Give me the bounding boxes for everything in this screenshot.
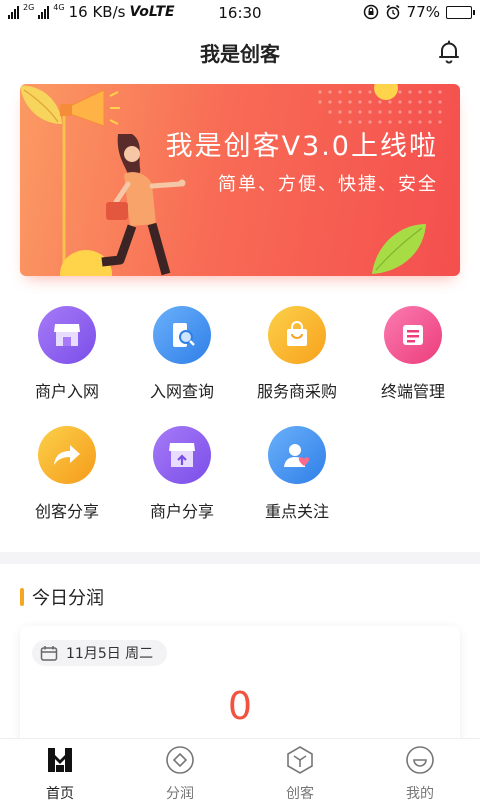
grid-item-terminal-management[interactable]: 终端管理 <box>353 306 473 402</box>
profit-value: 0 <box>227 684 253 728</box>
grid-item-merchant-onboard[interactable]: 商户入网 <box>7 306 127 402</box>
grid-label: 创客分享 <box>34 502 99 521</box>
phone-search-icon <box>153 306 211 364</box>
user-heart-icon <box>268 426 326 484</box>
grid-label: 入网查询 <box>149 382 214 401</box>
tab-mine[interactable]: 我的 <box>360 745 480 800</box>
grid-label: 终端管理 <box>380 382 445 401</box>
maker-hexagon-icon <box>287 746 313 774</box>
section-divider <box>0 552 480 564</box>
store-icon <box>38 306 96 364</box>
share-arrow-icon <box>38 426 96 484</box>
status-right: 77% <box>363 3 475 21</box>
bell-icon[interactable] <box>436 39 462 65</box>
tab-home[interactable]: 首页 <box>0 745 120 800</box>
diamond-coin-icon <box>166 746 194 774</box>
alarm-icon <box>386 4 400 20</box>
smile-face-icon <box>406 746 434 774</box>
shopping-bag-icon <box>268 306 326 364</box>
store-share-icon <box>153 426 211 484</box>
calendar-icon <box>40 646 58 661</box>
tab-label: 我的 <box>406 786 434 800</box>
banner-title: 我是创客V3.0上线啦 <box>165 131 438 162</box>
lock-rotation-icon <box>363 4 378 20</box>
tab-profit[interactable]: 分润 <box>120 745 240 800</box>
grid-label: 服务商采购 <box>256 382 337 401</box>
battery-percent: 77% <box>406 3 440 21</box>
section-header: 今日分润 <box>20 584 104 610</box>
tab-maker[interactable]: 创客 <box>240 745 360 800</box>
grid-label: 重点关注 <box>264 502 329 521</box>
section-accent-bar <box>20 588 24 606</box>
grid-item-key-focus[interactable]: 重点关注 <box>237 426 357 522</box>
tab-label: 创客 <box>286 786 314 800</box>
tab-label: 分润 <box>166 786 194 800</box>
bottom-tab-bar: 首页 分润 创客 我的 <box>0 738 480 800</box>
promo-banner[interactable]: 我是创客V3.0上线啦 简单、方便、快捷、安全 <box>20 84 460 276</box>
terminal-icon <box>384 306 442 364</box>
grid-label: 商户入网 <box>34 382 99 401</box>
status-bar: 2G 4G 16 KB/s VoLTE 16:30 77% <box>0 0 480 26</box>
grid-item-onboard-query[interactable]: 入网查询 <box>122 306 242 402</box>
banner-subtitle: 简单、方便、快捷、安全 <box>218 174 438 195</box>
home-logo-icon <box>48 748 72 772</box>
tab-label: 首页 <box>46 786 74 800</box>
grid-item-provider-purchase[interactable]: 服务商采购 <box>237 306 357 402</box>
date-chip: 11月5日 周二 <box>32 640 168 666</box>
battery-icon <box>446 5 475 19</box>
section-title: 今日分润 <box>32 588 104 609</box>
date-text: 11月5日 周二 <box>66 646 154 662</box>
grid-item-merchant-share[interactable]: 商户分享 <box>122 426 242 522</box>
grid-label: 商户分享 <box>149 502 214 521</box>
app-header: 我是创客 <box>0 26 480 78</box>
grid-item-maker-share[interactable]: 创客分享 <box>7 426 127 522</box>
page-title: 我是创客 <box>200 42 280 66</box>
